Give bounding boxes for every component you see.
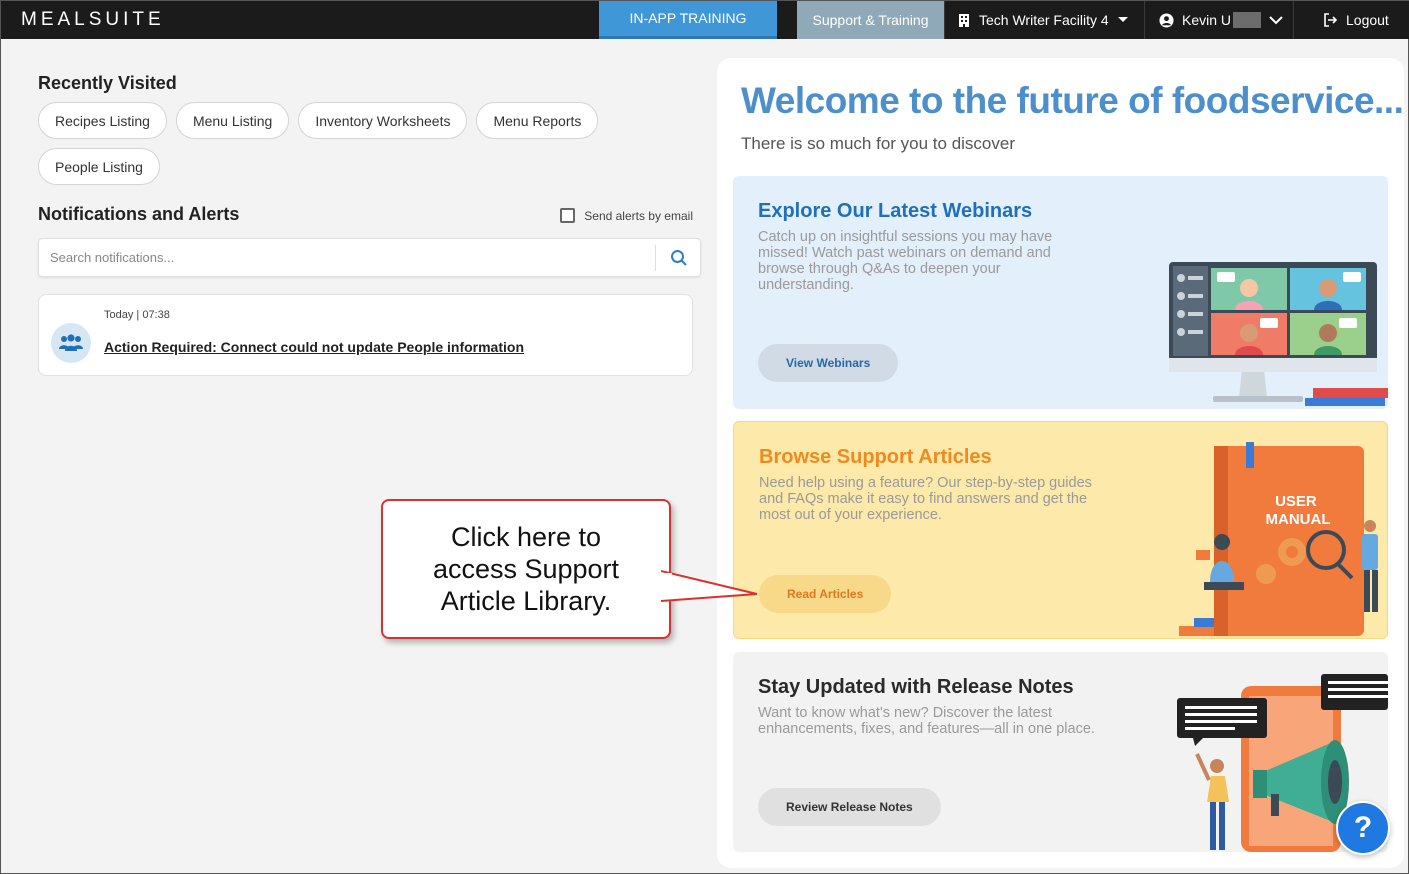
- webinars-description: Catch up on insightful sessions you may …: [758, 229, 1053, 293]
- notifications-header: Notifications and Alerts Send alerts by …: [38, 204, 701, 228]
- recent-chip-recipes-listing[interactable]: Recipes Listing: [38, 102, 167, 139]
- review-release-notes-button[interactable]: Review Release Notes: [758, 788, 941, 826]
- support-training-tab[interactable]: Support & Training: [797, 1, 944, 39]
- nav-divider: [1144, 1, 1145, 39]
- facility-name: Tech Writer Facility 4: [979, 12, 1109, 28]
- mealsuite-logo[interactable]: MEALSUITE: [21, 9, 165, 31]
- notification-link[interactable]: Action Required: Connect could not updat…: [104, 339, 524, 355]
- search-icon[interactable]: [670, 249, 688, 267]
- notification-search-box: [38, 238, 701, 277]
- facility-selector[interactable]: Tech Writer Facility 4: [957, 1, 1129, 39]
- help-question-button[interactable]: ?: [1336, 801, 1390, 855]
- recent-chip-people-listing[interactable]: People Listing: [38, 148, 160, 185]
- support-articles-card: Browse Support Articles Need help using …: [733, 421, 1388, 639]
- in-app-training-button[interactable]: IN-APP TRAINING: [599, 1, 777, 39]
- nav-divider: [1293, 1, 1294, 39]
- instruction-callout: Click here to access Support Article Lib…: [381, 499, 671, 639]
- recent-chip-menu-listing[interactable]: Menu Listing: [175, 102, 290, 139]
- top-nav-bar: MEALSUITE IN-APP TRAINING Support & Trai…: [1, 1, 1409, 39]
- webinars-card: Explore Our Latest Webinars Catch up on …: [733, 176, 1388, 409]
- chevron-down-icon: [1269, 15, 1283, 24]
- welcome-subtitle: There is so much for you to discover: [741, 134, 1016, 153]
- user-manual-text: USER MANUAL: [1266, 493, 1331, 528]
- people-group-icon: [51, 323, 91, 363]
- logout-icon: [1324, 13, 1338, 27]
- send-alerts-checkbox[interactable]: [560, 208, 576, 223]
- left-column: Recently Visited Recipes Listing Menu Li…: [38, 61, 701, 376]
- send-alerts-label: Send alerts by email: [584, 208, 693, 223]
- user-menu[interactable]: Kevin U: [1159, 1, 1283, 39]
- release-notes-title: Stay Updated with Release Notes: [758, 676, 1074, 698]
- webinars-title: Explore Our Latest Webinars: [758, 200, 1033, 222]
- search-input[interactable]: [50, 239, 650, 276]
- welcome-panel: Welcome to the future of foodservice... …: [717, 58, 1404, 868]
- welcome-title: Welcome to the future of foodservice...: [741, 80, 1404, 121]
- user-circle-icon: [1159, 12, 1174, 28]
- release-notes-description: Want to know what's new? Discover the la…: [758, 705, 1095, 737]
- read-articles-button[interactable]: Read Articles: [759, 575, 892, 613]
- redacted-name-block: [1233, 12, 1262, 28]
- logout-label: Logout: [1346, 12, 1389, 28]
- support-articles-title: Browse Support Articles: [759, 446, 992, 468]
- caret-down-icon: [1117, 17, 1128, 22]
- recent-chip-inventory-worksheets[interactable]: Inventory Worksheets: [298, 102, 468, 139]
- logout-button[interactable]: Logout: [1323, 1, 1389, 39]
- release-notes-card: Stay Updated with Release Notes Want to …: [733, 652, 1388, 852]
- support-articles-description: Need help using a feature? Our step-by-s…: [759, 475, 1092, 523]
- nav-divider: [944, 1, 945, 39]
- search-divider: [655, 245, 656, 271]
- notification-item: Today | 07:38 Action Required: Connect c…: [38, 294, 693, 376]
- recently-visited-list: Recipes Listing Menu Listing Inventory W…: [38, 102, 638, 185]
- webinar-monitor-illustration: [1169, 262, 1388, 406]
- recently-visited-title: Recently Visited: [38, 73, 177, 93]
- recent-chip-menu-reports[interactable]: Menu Reports: [476, 102, 599, 139]
- user-manual-illustration: USER MANUAL: [1179, 442, 1378, 636]
- callout-pointer-arrow: [661, 570, 758, 602]
- user-name: Kevin U: [1182, 12, 1232, 28]
- send-alerts-option: Send alerts by email: [560, 208, 693, 223]
- building-icon: [959, 13, 969, 27]
- notification-timestamp: Today | 07:38: [104, 309, 170, 321]
- view-webinars-button[interactable]: View Webinars: [758, 344, 899, 382]
